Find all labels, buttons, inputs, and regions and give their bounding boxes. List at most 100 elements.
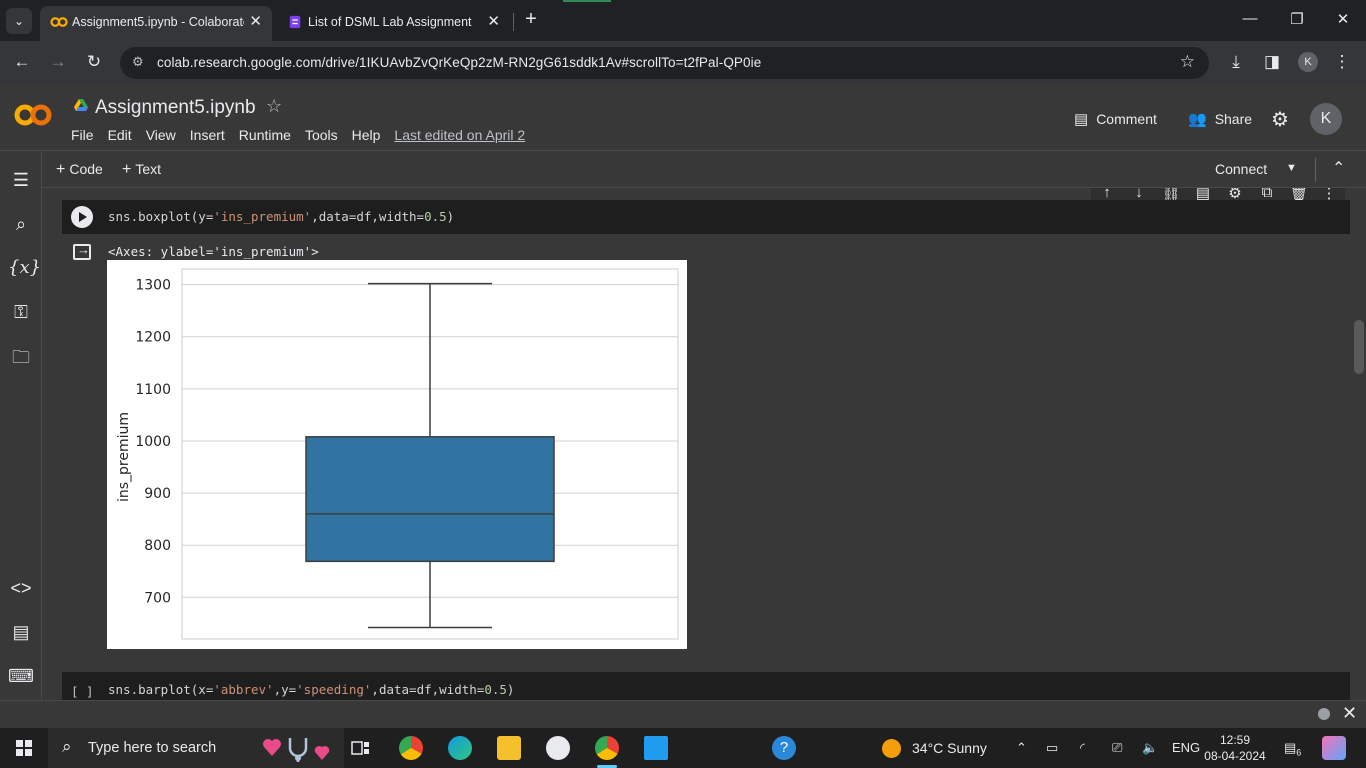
files-folder-icon[interactable]: 🗀 <box>8 345 34 375</box>
address-bar[interactable]: ⚙ colab.research.google.com/drive/1IKUAv… <box>120 47 1209 79</box>
browser-menu-icon[interactable]: ⋮ <box>1331 52 1353 72</box>
chrome-app-icon[interactable] <box>399 736 423 760</box>
y-tick-labels: 700 800 900 1000 1100 1200 1300 <box>135 278 171 607</box>
connect-dropdown-icon[interactable]: ▼ <box>1286 162 1297 174</box>
url-text[interactable]: colab.research.google.com/drive/1IKUAvbZ… <box>157 55 761 70</box>
taskbar-search-placeholder: Type here to search <box>88 740 217 756</box>
table-of-contents-icon[interactable]: ☰ <box>8 170 34 191</box>
weather-sun-icon[interactable] <box>882 739 901 758</box>
last-edited-link[interactable]: Last edited on April 2 <box>394 127 525 143</box>
download-icon[interactable]: ⤓ <box>1225 52 1247 72</box>
menu-runtime[interactable]: Runtime <box>239 127 291 143</box>
terminal-icon[interactable]: ⌨ <box>8 666 34 687</box>
code-token: ) <box>446 209 455 224</box>
tab-search-chevron-icon[interactable]: ⌄ <box>6 8 32 34</box>
share-label: Share <box>1214 111 1253 127</box>
secrets-key-icon[interactable]: ⚿ <box>8 302 34 323</box>
help-app-icon[interactable]: ? <box>772 736 796 760</box>
back-arrow-icon[interactable]: ← <box>11 52 33 72</box>
people-icon: 👥 <box>1188 111 1207 128</box>
whatsapp-app-icon[interactable] <box>546 736 570 760</box>
browser-toolbar: ← → ↻ ⚙ colab.research.google.com/drive/… <box>0 41 1366 85</box>
variables-icon[interactable]: {x} <box>8 257 41 278</box>
account-avatar[interactable]: K <box>1310 103 1342 135</box>
site-info-icon[interactable]: ⚙ <box>132 54 144 70</box>
tab-close-icon[interactable]: ✕ <box>487 12 500 30</box>
copilot-icon[interactable] <box>1322 736 1346 760</box>
command-palette-icon[interactable]: ▤ <box>8 622 34 643</box>
bookmark-star-icon[interactable]: ☆ <box>1180 52 1195 72</box>
y-tick-label: 1200 <box>135 330 171 346</box>
menu-tools[interactable]: Tools <box>305 127 338 143</box>
cell-execution-bracket[interactable]: [ ] <box>71 684 94 699</box>
notebook-title[interactable]: Assignment5.ipynb <box>95 97 256 119</box>
minimize-icon[interactable]: — <box>1239 10 1261 27</box>
weather-text[interactable]: 34°C Sunny <box>912 740 987 756</box>
browser-profile-avatar[interactable]: K <box>1298 52 1318 72</box>
close-window-icon[interactable]: ✕ <box>1332 10 1354 28</box>
notebook-area: ↑ ↓ ⛓ ▤ ⚙ ⧉ 🗑 ⋮ sns.boxplot(y='ins_premi… <box>42 188 1352 700</box>
code-number: 0.5 <box>484 682 507 697</box>
edge-app-icon[interactable] <box>448 736 472 760</box>
battery-icon[interactable]: ▭ <box>1046 740 1058 756</box>
menu-view[interactable]: View <box>146 127 176 143</box>
reload-icon[interactable]: ↻ <box>83 52 105 72</box>
tab-dsml-list[interactable]: List of DSML Lab Assignment ✕ <box>276 6 510 41</box>
task-view-icon[interactable] <box>349 736 373 760</box>
settings-gear-icon[interactable]: ⚙ <box>1271 107 1289 132</box>
code-cell[interactable]: [ ] sns.barplot(x='abbrev',y='speeding',… <box>62 672 1350 700</box>
close-status-icon[interactable]: ✕ <box>1342 703 1357 724</box>
left-sidebar: ☰ ⌕ {x} ⚿ 🗀 <> ▤ ⌨ <box>0 152 42 700</box>
file-explorer-icon[interactable] <box>497 736 521 760</box>
add-code-cell-button[interactable]: + Code <box>56 161 103 179</box>
add-text-cell-button[interactable]: + Text <box>122 161 161 179</box>
google-drive-icon[interactable] <box>74 99 88 112</box>
tab-close-icon[interactable]: ✕ <box>249 12 262 30</box>
notebook-toolbar: + Code + Text Connect ▼ ⌃ <box>42 152 1366 188</box>
chrome-profile-app-icon[interactable] <box>595 736 619 768</box>
notebook-scrollbar[interactable] <box>1354 320 1364 374</box>
side-panel-icon[interactable]: ◨ <box>1261 52 1283 72</box>
menu-insert[interactable]: Insert <box>190 127 225 143</box>
notifications-icon[interactable]: ▤6 <box>1284 740 1301 758</box>
clock[interactable]: 12:59 08-04-2024 <box>1200 732 1270 764</box>
browser-tab-strip: ⌄ Assignment5.ipynb - Colaborato ✕ List … <box>0 0 1366 41</box>
clock-time: 12:59 <box>1219 733 1251 747</box>
code-snippets-icon[interactable]: <> <box>8 578 34 599</box>
taskbar-search-box[interactable]: ⌕ Type here to search <box>48 728 344 768</box>
menu-edit[interactable]: Edit <box>108 127 132 143</box>
network-icon[interactable]: ◜ <box>1080 740 1085 756</box>
menu-help[interactable]: Help <box>352 127 381 143</box>
colab-logo[interactable] <box>13 102 53 135</box>
volume-icon[interactable]: 🔈 <box>1142 740 1158 756</box>
tab-separator <box>513 13 514 31</box>
add-text-label: Text <box>135 161 162 177</box>
forward-arrow-icon[interactable]: → <box>47 52 69 72</box>
menu-file[interactable]: File <box>71 127 94 143</box>
vscode-app-icon[interactable] <box>644 736 668 760</box>
output-actions-icon[interactable] <box>73 242 91 260</box>
windows-start-icon[interactable] <box>16 740 32 756</box>
star-notebook-icon[interactable]: ☆ <box>266 96 282 117</box>
code-line[interactable]: sns.barplot(x='abbrev',y='speeding',data… <box>108 682 514 697</box>
tab-colab[interactable]: Assignment5.ipynb - Colaborato ✕ <box>40 6 272 41</box>
code-line[interactable]: sns.boxplot(y='ins_premium',data=df,widt… <box>108 209 454 224</box>
restore-icon[interactable]: ❐ <box>1286 10 1308 28</box>
code-token: ,data=df,width= <box>311 209 425 224</box>
plus-icon: + <box>122 161 132 178</box>
display-icon[interactable]: ⎚ <box>1112 740 1122 756</box>
run-cell-icon[interactable] <box>71 206 93 228</box>
forms-favicon-icon <box>289 15 301 29</box>
collapse-header-chevron-icon[interactable]: ⌃ <box>1332 158 1345 178</box>
code-token: ,y= <box>273 682 297 697</box>
language-indicator[interactable]: ENG <box>1172 740 1200 755</box>
new-tab-plus-icon[interactable]: + <box>520 8 542 31</box>
connect-button[interactable]: Connect <box>1215 161 1267 177</box>
comment-button[interactable]: ▤ Comment <box>1074 110 1157 128</box>
share-button[interactable]: 👥 Share <box>1188 110 1252 128</box>
search-icon: ⌕ <box>62 737 72 756</box>
show-hidden-icons-chevron[interactable]: ⌃ <box>1016 740 1027 756</box>
status-dot <box>1318 708 1330 720</box>
code-cell[interactable]: sns.boxplot(y='ins_premium',data=df,widt… <box>62 200 1350 234</box>
search-icon[interactable]: ⌕ <box>8 214 34 235</box>
